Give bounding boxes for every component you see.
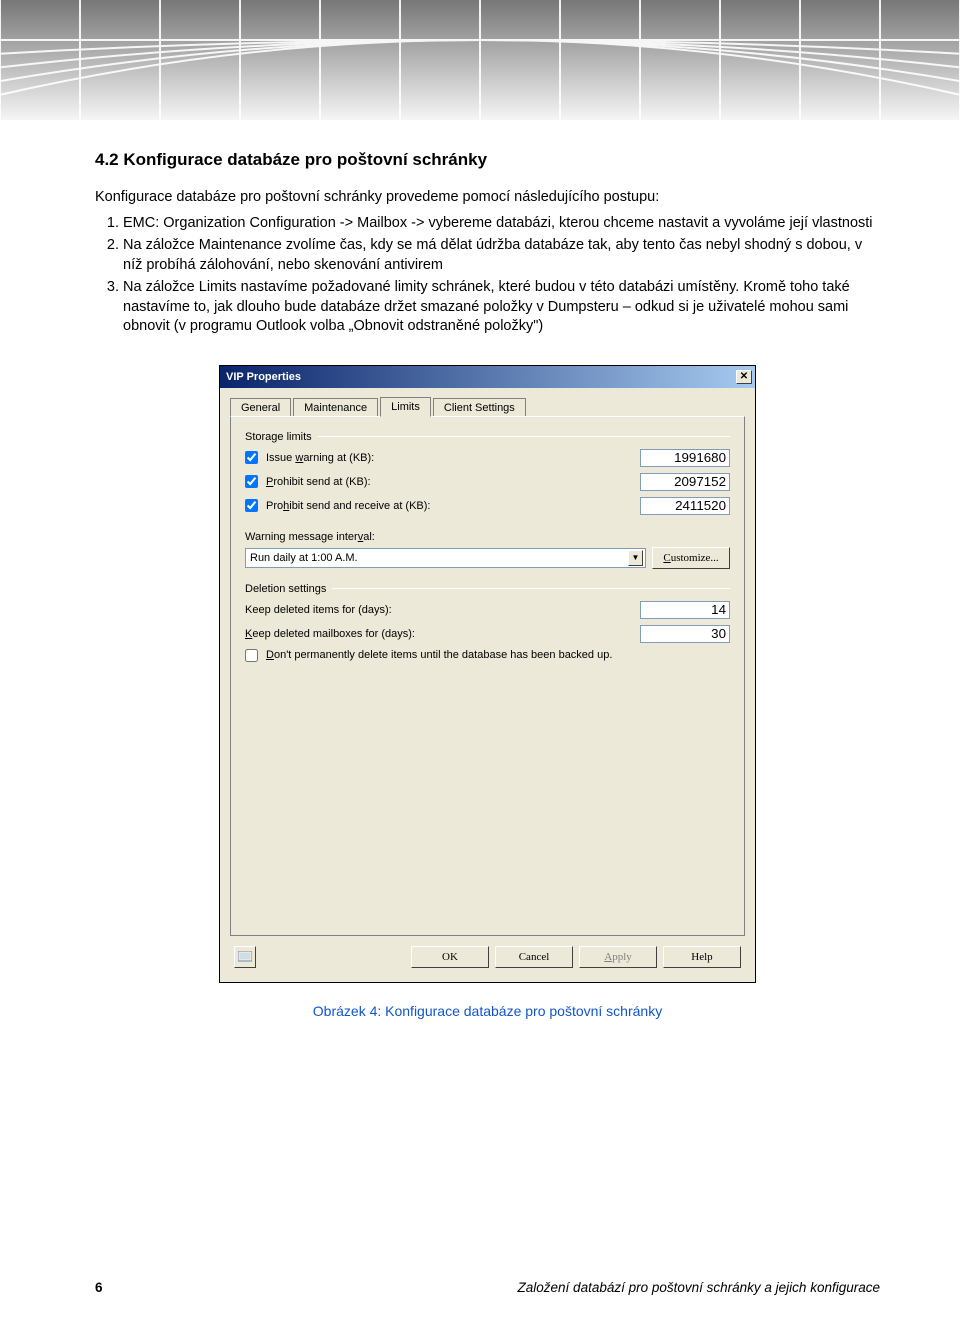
close-button[interactable]: ✕ xyxy=(736,370,752,384)
issue-warning-checkbox[interactable] xyxy=(245,451,258,464)
warning-interval-block: Warning message interval: Run daily at 1… xyxy=(245,531,730,569)
figure-caption: Obrázek 4: Konfigurace databáze pro pošt… xyxy=(95,1003,880,1019)
dont-delete-label: Don't permanently delete items until the… xyxy=(245,649,730,662)
prohibit-send-input[interactable] xyxy=(640,473,730,491)
tab-strip: General Maintenance Limits Client Settin… xyxy=(220,388,755,416)
keep-mailboxes-label: Keep deleted mailboxes for (days): xyxy=(245,628,640,640)
chevron-down-icon[interactable]: ▼ xyxy=(628,550,643,566)
page-footer: 6 Založení databází pro poštovní schránk… xyxy=(95,1280,880,1295)
keep-mailboxes-input[interactable] xyxy=(640,625,730,643)
cancel-button[interactable]: Cancel xyxy=(495,946,573,968)
ok-button[interactable]: OK xyxy=(411,946,489,968)
row-prohibit-send-receive: Prohibit send and receive at (KB): xyxy=(245,497,730,515)
tab-client-settings[interactable]: Client Settings xyxy=(433,398,526,418)
help-button[interactable]: Help xyxy=(663,946,741,968)
console-icon[interactable] xyxy=(234,946,256,968)
prohibit-send-label: Prohibit send at (KB): xyxy=(245,475,640,488)
prohibit-send-receive-checkbox[interactable] xyxy=(245,499,258,512)
steps-list: EMC: Organization Configuration -> Mailb… xyxy=(95,214,880,337)
tab-general[interactable]: General xyxy=(230,398,291,418)
row-issue-warning: Issue warning at (KB): xyxy=(245,449,730,467)
dont-delete-checkbox[interactable] xyxy=(245,649,258,662)
tab-limits[interactable]: Limits xyxy=(380,397,431,417)
group-label-text: Storage limits xyxy=(245,431,312,443)
page-content: 4.2 Konfigurace databáze pro poštovní sc… xyxy=(95,150,880,1019)
keep-items-input[interactable] xyxy=(640,601,730,619)
group-label-text: Deletion settings xyxy=(245,583,326,595)
row-prohibit-send: Prohibit send at (KB): xyxy=(245,473,730,491)
dialog-screenshot: VIP Properties ✕ General Maintenance Lim… xyxy=(95,365,880,983)
list-item: Na záložce Maintenance zvolíme čas, kdy … xyxy=(123,236,880,275)
group-deletion-settings: Deletion settings xyxy=(245,583,730,595)
issue-warning-input[interactable] xyxy=(640,449,730,467)
apply-button[interactable]: Apply xyxy=(579,946,657,968)
prohibit-send-checkbox[interactable] xyxy=(245,475,258,488)
combo-value: Run daily at 1:00 A.M. xyxy=(250,552,358,564)
footer-chapter: Založení databází pro poštovní schránky … xyxy=(518,1280,880,1295)
list-item: EMC: Organization Configuration -> Mailb… xyxy=(123,214,880,234)
customize-button[interactable]: Customize... xyxy=(652,547,730,569)
issue-warning-label: Issue warning at (KB): xyxy=(245,451,640,464)
tab-maintenance[interactable]: Maintenance xyxy=(293,398,378,418)
group-storage-limits: Storage limits xyxy=(245,431,730,443)
dialog-title: VIP Properties xyxy=(226,371,301,383)
tab-panel-limits: Storage limits Issue warning at (KB): Pr… xyxy=(230,416,745,936)
prohibit-send-receive-label: Prohibit send and receive at (KB): xyxy=(245,499,640,512)
keep-items-label: Keep deleted items for (days): xyxy=(245,604,640,616)
dialog-titlebar: VIP Properties ✕ xyxy=(220,366,755,388)
row-dont-delete: Don't permanently delete items until the… xyxy=(245,649,730,662)
intro-paragraph: Konfigurace databáze pro poštovní schrán… xyxy=(95,188,880,208)
warning-interval-combo[interactable]: Run daily at 1:00 A.M. ▼ xyxy=(245,548,646,568)
page-number: 6 xyxy=(95,1280,103,1295)
list-item: Na záložce Limits nastavíme požadované l… xyxy=(123,278,880,337)
page-header-graphic xyxy=(0,0,960,120)
row-keep-items: Keep deleted items for (days): xyxy=(245,601,730,619)
row-keep-mailboxes: Keep deleted mailboxes for (days): xyxy=(245,625,730,643)
dialog-button-row: OK Cancel Apply Help xyxy=(220,946,755,982)
prohibit-send-receive-input[interactable] xyxy=(640,497,730,515)
section-heading: 4.2 Konfigurace databáze pro poštovní sc… xyxy=(95,150,880,170)
vip-properties-dialog: VIP Properties ✕ General Maintenance Lim… xyxy=(219,365,756,983)
